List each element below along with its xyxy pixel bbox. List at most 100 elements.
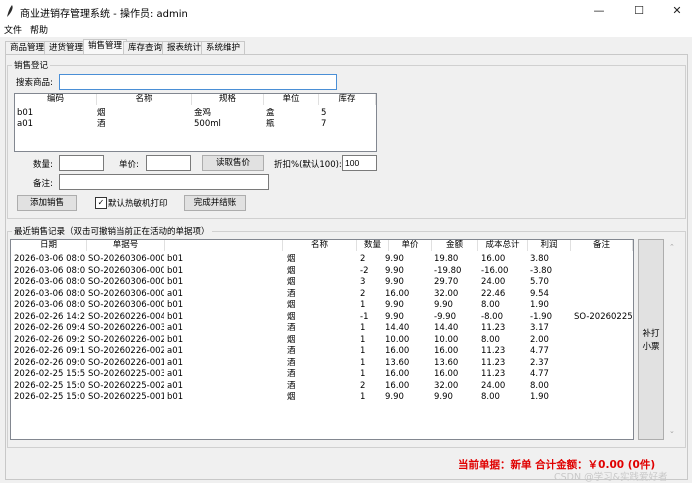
recent-sales-cell: -9.90 xyxy=(434,311,456,322)
recent-sales-scrollbar[interactable]: ⌃ ⌄ xyxy=(666,239,680,440)
recent-sales-cell: a01 xyxy=(167,323,184,333)
recent-sales-cell: 32.00 xyxy=(434,288,459,299)
add-sale-button[interactable]: 添加销售 xyxy=(17,195,77,211)
recent-sales-cell: 烟 xyxy=(287,254,296,264)
recent-sales-cell: 9.90 xyxy=(385,265,404,276)
recent-sales-cell: 1 xyxy=(360,357,366,368)
tab-report-statistics[interactable]: 报表统计 xyxy=(162,41,206,54)
recent-sales-cell: a01 xyxy=(167,369,184,379)
product-col-unit[interactable]: 单位 xyxy=(264,94,319,105)
maximize-button[interactable]: ☐ xyxy=(624,3,654,19)
product-cell: 盒 xyxy=(266,108,275,118)
price-input[interactable] xyxy=(146,155,191,171)
product-col-name[interactable]: 名称 xyxy=(97,94,192,105)
recent-sales-cell: 4.77 xyxy=(530,346,549,356)
recent-sales-cell: 1 xyxy=(360,323,366,333)
recent-sales-cell: 9.90 xyxy=(385,254,404,264)
scroll-up-icon[interactable]: ⌃ xyxy=(669,243,675,251)
recent-col-header[interactable]: 成本总计 xyxy=(478,240,528,251)
recent-sales-cell: 烟 xyxy=(287,277,296,287)
recent-sales-cell xyxy=(574,369,633,380)
recent-sales-cell: a01 xyxy=(167,346,184,356)
read-price-button[interactable]: 读取售价 xyxy=(202,155,264,171)
recent-sales-cell: 9.90 xyxy=(434,300,453,310)
recent-sales-cell: 1.90 xyxy=(530,392,549,402)
recent-col-header[interactable]: 单价 xyxy=(389,240,432,251)
product-col-spec[interactable]: 规格 xyxy=(192,94,264,105)
recent-sales-cell xyxy=(574,358,633,369)
recent-sales-cell: 14.40 xyxy=(434,323,459,333)
recent-col-header[interactable]: 日期 xyxy=(11,240,87,251)
product-list[interactable]: 编码 名称 规格 单位 库存 b01 烟 金鸡 盒 5 a01 酒 500ml 瓶 7 xyxy=(14,93,377,152)
thermal-print-checkbox[interactable]: ✓ xyxy=(95,197,107,209)
recent-sales-cell: 16.00 xyxy=(434,369,459,379)
recent-sales-cell: SO-20260226-002 xyxy=(88,334,164,345)
recent-sales-cell: 1 xyxy=(360,300,366,310)
recent-col-header[interactable] xyxy=(165,240,283,251)
title-bar: 商业进销存管理系统 - 操作员: admin — ☐ ✕ xyxy=(0,0,692,22)
tab-sales-management[interactable]: 销售管理 xyxy=(83,39,127,54)
scroll-down-icon[interactable]: ⌄ xyxy=(669,427,675,435)
recent-sales-cell: -1 xyxy=(360,311,369,322)
product-search-input[interactable] xyxy=(59,74,337,90)
recent-sales-cell: 2026-02-26 09:2 xyxy=(14,334,86,345)
recent-sales-cell: 2 xyxy=(360,254,366,264)
reprint-receipt-button[interactable]: 补打 小票 xyxy=(638,239,664,440)
recent-sales-cell: 32.00 xyxy=(434,380,459,391)
recent-sales-cell: 1 xyxy=(360,369,366,379)
recent-sales-cell: 2 xyxy=(360,380,366,391)
recent-sales-cell: a01 xyxy=(167,357,184,368)
product-col-code[interactable]: 编码 xyxy=(15,94,97,105)
recent-col-header[interactable]: 备注 xyxy=(571,240,633,251)
price-label: 单价: xyxy=(119,160,139,170)
recent-sales-cell: b01 xyxy=(167,392,184,402)
recent-sales-cell xyxy=(574,392,633,403)
recent-sales-cell: SO-20260306-000 xyxy=(88,277,164,287)
menu-file[interactable]: 文件 xyxy=(4,23,22,36)
recent-sales-cell: 22.46 xyxy=(481,288,506,299)
recent-sales-cell: 酒 xyxy=(287,288,296,299)
recent-col-header[interactable]: 单据号 xyxy=(87,240,165,251)
product-col-stock[interactable]: 库存 xyxy=(319,94,376,105)
product-cell: b01 xyxy=(17,108,34,118)
recent-sales-cell xyxy=(574,335,633,346)
minimize-button[interactable]: — xyxy=(584,3,614,19)
tab-system-maintenance[interactable]: 系统维护 xyxy=(201,41,245,54)
note-input[interactable] xyxy=(59,174,269,190)
recent-sales-cell: 酒 xyxy=(287,357,296,368)
recent-sales-cell: 2026-02-25 15:0 xyxy=(14,392,86,402)
recent-sales-cell: b01 xyxy=(167,334,184,345)
recent-sales-cell: SO-20260225-003 xyxy=(88,369,164,379)
menu-help[interactable]: 帮助 xyxy=(30,23,48,36)
recent-sales-cell: 9.90 xyxy=(385,392,404,402)
finish-checkout-button[interactable]: 完成并结账 xyxy=(184,195,246,211)
recent-sales-cell: 13.60 xyxy=(434,357,459,368)
recent-col-header[interactable]: 利润 xyxy=(528,240,571,251)
recent-sales-cell: 8.00 xyxy=(481,392,500,402)
recent-col-header[interactable]: 名称 xyxy=(283,240,357,251)
discount-input[interactable] xyxy=(342,155,377,171)
recent-col-header[interactable]: 金额 xyxy=(432,240,478,251)
quantity-input[interactable] xyxy=(59,155,104,171)
recent-sales-cell: -1.90 xyxy=(530,311,552,322)
recent-col-header[interactable]: 数量 xyxy=(357,240,389,251)
recent-sales-cell: SO-20260225-002 xyxy=(88,380,164,391)
recent-sales-cell: 16.00 xyxy=(385,369,410,379)
tab-purchase-management[interactable]: 进货管理 xyxy=(44,41,88,54)
recent-sales-cell: 16.00 xyxy=(481,254,506,264)
product-cell: 金鸡 xyxy=(194,108,212,118)
recent-sales-cell: b01 xyxy=(167,311,184,322)
recent-sales-cell: 8.00 xyxy=(481,300,500,310)
product-cell: a01 xyxy=(17,119,34,129)
close-button[interactable]: ✕ xyxy=(662,3,692,19)
product-cell: 烟 xyxy=(97,108,106,118)
recent-sales-cell: 24.00 xyxy=(481,277,506,287)
tab-product-management[interactable]: 商品管理 xyxy=(5,41,49,54)
recent-sales-table[interactable]: 日期 单据号 名称 数量 单价 金额 成本总计 利润 备注 2026-03-06 08:0 SO-… xyxy=(10,239,634,440)
recent-sales-cell: 烟 xyxy=(287,311,296,322)
tab-inventory-query[interactable]: 库存查询 xyxy=(123,41,167,54)
sales-entry-group-title: 销售登记 xyxy=(12,59,51,71)
product-cell: 7 xyxy=(321,119,327,129)
recent-sales-cell: 2026-02-26 09:4 xyxy=(14,323,86,333)
recent-sales-cell xyxy=(574,266,633,277)
